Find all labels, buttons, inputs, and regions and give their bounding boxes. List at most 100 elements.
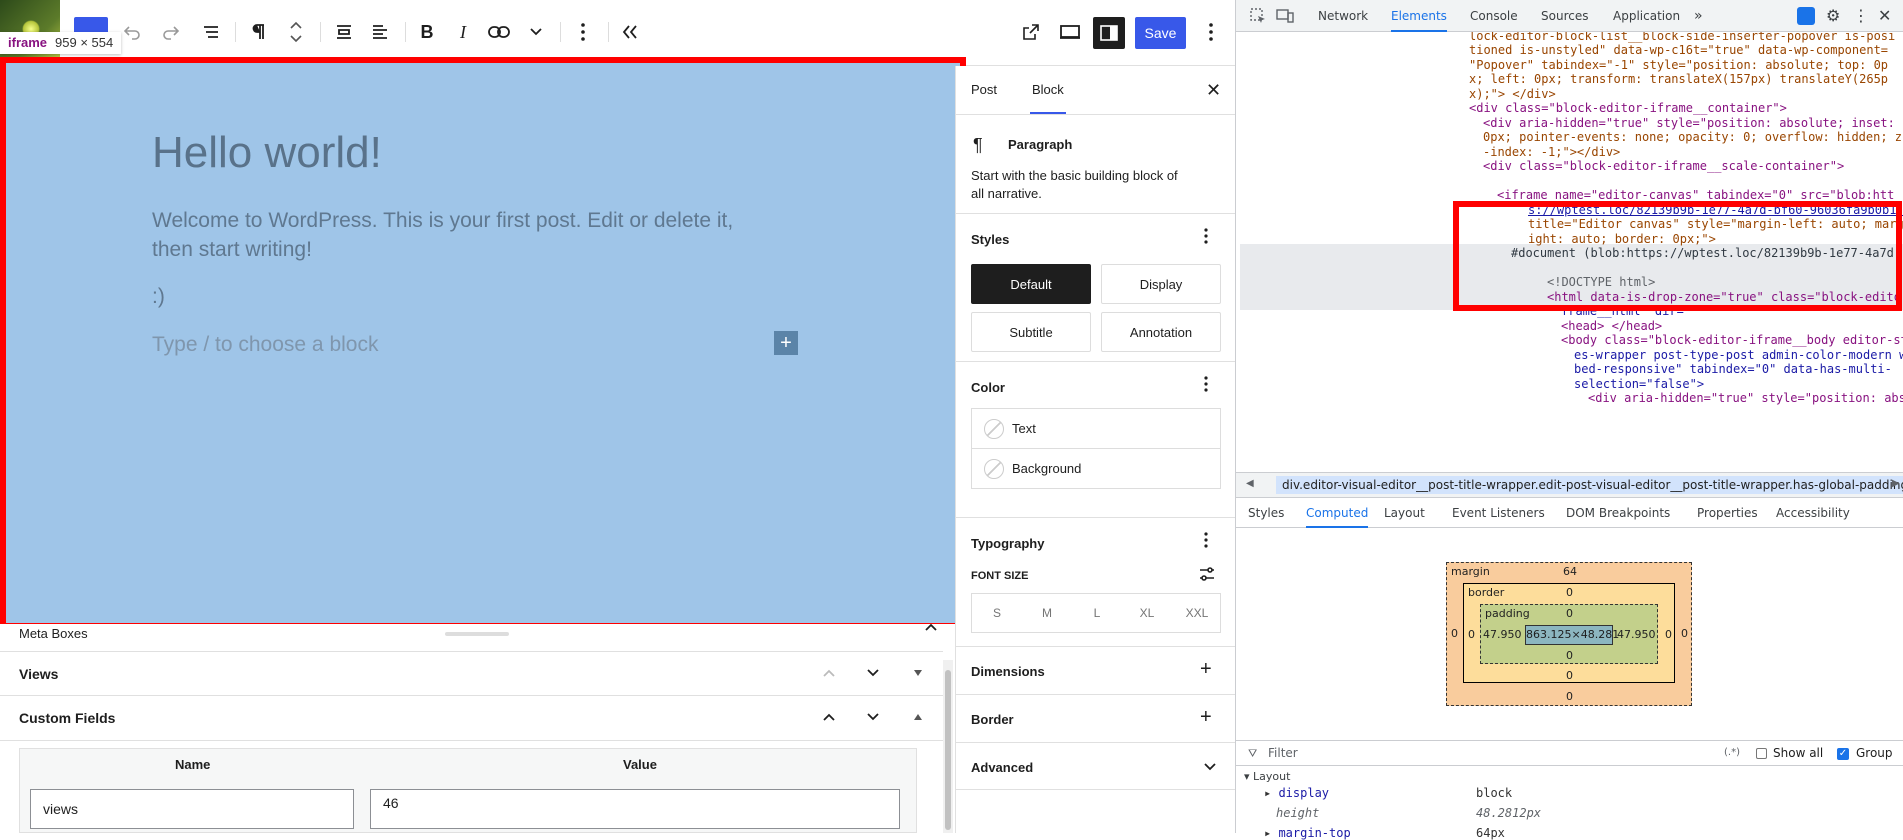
- more-formats-chevron-icon[interactable]: [518, 14, 554, 50]
- font-size-custom-icon[interactable]: [1199, 567, 1215, 581]
- box-model-border-right[interactable]: 0: [1665, 628, 1672, 641]
- paragraph-block[interactable]: :): [152, 282, 772, 311]
- move-down-icon[interactable]: [866, 668, 880, 678]
- more-tabs-icon[interactable]: »: [1694, 0, 1703, 32]
- style-subtitle-button[interactable]: Subtitle: [971, 312, 1091, 352]
- show-all-checkbox[interactable]: [1756, 748, 1767, 759]
- elements-dom-tree[interactable]: lock-editor-block-list__block-side-inser…: [1236, 32, 1903, 472]
- italic-icon[interactable]: I: [445, 14, 481, 50]
- align-icon[interactable]: [326, 14, 362, 50]
- styles-options-icon[interactable]: [1204, 228, 1208, 244]
- dom-line[interactable]: <body class="block-editor-iframe__body e…: [1561, 333, 1903, 348]
- move-up-down-icon[interactable]: [278, 14, 314, 50]
- box-model-margin[interactable]: margin 64 0 0 0 border 0 0 0 0 padding 0…: [1446, 562, 1692, 706]
- subtab-accessibility[interactable]: Accessibility: [1776, 498, 1850, 528]
- layout-group-header[interactable]: ▾ Layout: [1244, 770, 1290, 783]
- tab-sources[interactable]: Sources: [1541, 0, 1588, 32]
- subtab-styles[interactable]: Styles: [1248, 498, 1284, 528]
- dom-line[interactable]: <head> </head>: [1561, 319, 1662, 334]
- box-model-margin-right[interactable]: 0: [1681, 627, 1688, 640]
- font-size-xxl[interactable]: XXL: [1172, 594, 1222, 632]
- resize-handle[interactable]: [445, 632, 509, 636]
- toggle-panel-icon[interactable]: [913, 713, 923, 721]
- box-model-border[interactable]: border 0 0 0 0 padding 0 0 47.950 47.950…: [1463, 583, 1675, 683]
- dom-line[interactable]: 0px; pointer-events: none; opacity: 0; o…: [1483, 130, 1902, 145]
- prop-height[interactable]: height: [1276, 806, 1319, 820]
- text-align-icon[interactable]: [362, 14, 398, 50]
- document-overview-icon[interactable]: [193, 14, 229, 50]
- collapse-meta-chevron-icon[interactable]: [924, 622, 938, 632]
- editor-canvas[interactable]: Hello world! Welcome to WordPress. This …: [4, 61, 961, 624]
- tab-console[interactable]: Console: [1470, 0, 1518, 32]
- style-display-button[interactable]: Display: [1101, 264, 1221, 304]
- paragraph-block[interactable]: Welcome to WordPress. This is your first…: [152, 206, 772, 264]
- dom-line[interactable]: <div class="block-editor-iframe__contain…: [1469, 101, 1787, 116]
- subtab-layout[interactable]: Layout: [1384, 498, 1425, 528]
- views-metabox-header[interactable]: Views: [0, 651, 943, 696]
- move-up-icon[interactable]: [822, 668, 836, 678]
- dom-line[interactable]: lock-editor-block-list__block-side-inser…: [1469, 32, 1895, 44]
- ai-assistant-icon[interactable]: [1797, 0, 1815, 32]
- advanced-panel[interactable]: Advanced: [956, 742, 1235, 790]
- box-model-padding-right[interactable]: 47.950: [1617, 628, 1656, 641]
- style-default-button[interactable]: Default: [971, 264, 1091, 304]
- dom-line[interactable]: es-wrapper post-type-post admin-color-mo…: [1574, 348, 1903, 363]
- paragraph-icon[interactable]: [240, 14, 276, 50]
- crumb-scroll-right-icon[interactable]: ▶: [1892, 478, 1900, 489]
- filter-input[interactable]: Filter: [1268, 746, 1298, 760]
- style-annotation-button[interactable]: Annotation: [1101, 312, 1221, 352]
- tab-post[interactable]: Post: [971, 66, 997, 114]
- tab-block[interactable]: Block: [1030, 66, 1066, 114]
- border-panel[interactable]: Border +: [956, 694, 1235, 742]
- custom-field-name-input[interactable]: views: [30, 789, 354, 829]
- box-model-border-left[interactable]: 0: [1468, 628, 1475, 641]
- settings-sidebar-toggle-icon[interactable]: [1093, 17, 1125, 49]
- font-size-m[interactable]: M: [1022, 594, 1072, 632]
- dom-line[interactable]: <div aria-hidden="true" style="position:…: [1588, 391, 1903, 406]
- dom-line[interactable]: <div class="block-editor-iframe__scale-c…: [1483, 159, 1844, 174]
- dom-line[interactable]: tioned is-unstyled" data-wp-c16t="true" …: [1469, 43, 1888, 58]
- preview-device-icon[interactable]: [1052, 14, 1088, 50]
- settings-gear-icon[interactable]: ⚙: [1826, 0, 1840, 32]
- typography-options-icon[interactable]: [1204, 532, 1208, 548]
- dom-line[interactable]: x);"> </div>: [1469, 87, 1556, 102]
- custom-fields-metabox-header[interactable]: Custom Fields: [0, 696, 943, 741]
- chevron-down-icon[interactable]: [1203, 762, 1217, 772]
- move-up-icon[interactable]: [822, 712, 836, 722]
- color-background-option[interactable]: Background: [971, 448, 1221, 489]
- device-toolbar-icon[interactable]: [1276, 0, 1294, 32]
- regex-toggle[interactable]: (.*): [1724, 747, 1740, 758]
- tab-elements[interactable]: Elements: [1391, 0, 1447, 32]
- font-size-xl[interactable]: XL: [1122, 594, 1172, 632]
- dom-line[interactable]: bed-responsive" tabindex="0" data-has-mu…: [1574, 362, 1892, 377]
- color-text-option[interactable]: Text: [971, 408, 1221, 449]
- dom-line[interactable]: x; left: 0px; transform: translateX(157p…: [1469, 72, 1888, 87]
- plus-icon[interactable]: +: [1200, 706, 1212, 729]
- block-placeholder[interactable]: Type / to choose a block: [152, 330, 772, 359]
- tab-network[interactable]: Network: [1318, 0, 1368, 32]
- box-model-padding[interactable]: padding 0 0 47.950 47.950 863.125×48.281: [1480, 604, 1658, 664]
- box-model-margin-left[interactable]: 0: [1451, 627, 1458, 640]
- block-options-icon[interactable]: [565, 14, 601, 50]
- redo-icon[interactable]: [153, 14, 189, 50]
- inspect-element-icon[interactable]: [1250, 0, 1266, 32]
- crumb-scroll-left-icon[interactable]: ◀: [1246, 478, 1254, 489]
- box-model-margin-top[interactable]: 64: [1563, 565, 1577, 578]
- color-options-icon[interactable]: [1204, 376, 1208, 392]
- prop-display[interactable]: ▸ display: [1264, 786, 1329, 800]
- subtab-dom-breakpoints[interactable]: DOM Breakpoints: [1566, 498, 1670, 528]
- subtab-properties[interactable]: Properties: [1697, 498, 1758, 528]
- subtab-computed[interactable]: Computed: [1306, 498, 1369, 528]
- save-button[interactable]: Save: [1135, 17, 1186, 49]
- link-icon[interactable]: [481, 14, 517, 50]
- plus-icon[interactable]: +: [1200, 658, 1212, 681]
- post-title[interactable]: Hello world!: [152, 128, 382, 178]
- dom-line[interactable]: <div aria-hidden="true" style="position:…: [1483, 116, 1895, 131]
- box-model-margin-bottom[interactable]: 0: [1566, 690, 1573, 703]
- group-checkbox[interactable]: ✓: [1837, 748, 1849, 760]
- dom-line[interactable]: "Popover" tabindex="-1" style="position:…: [1469, 58, 1888, 73]
- toggle-panel-icon[interactable]: [913, 669, 923, 677]
- collapse-toolbar-icon[interactable]: [612, 14, 648, 50]
- dimensions-panel[interactable]: Dimensions +: [956, 646, 1235, 694]
- more-options-icon[interactable]: [1193, 14, 1229, 50]
